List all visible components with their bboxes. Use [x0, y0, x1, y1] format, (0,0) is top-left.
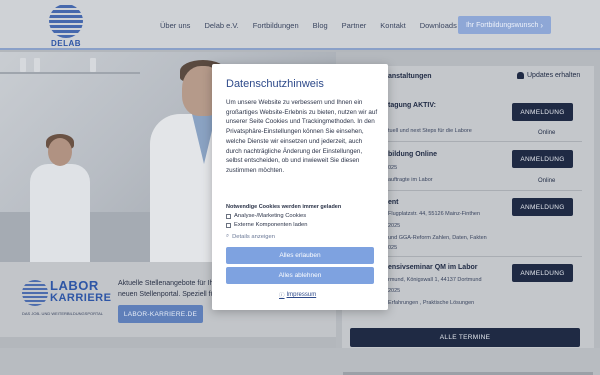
nav-blog[interactable]: Blog — [313, 21, 328, 30]
online-badge: Online — [538, 130, 556, 136]
event-meta: auftragte im Labor — [388, 177, 433, 183]
bell-icon — [517, 72, 524, 79]
event-meta: rmund, Königswall 1, 44137 Dortmund — [388, 277, 482, 283]
cookie-consent-dialog: Datenschutzhinweis Um unsere Website zu … — [212, 64, 388, 310]
divider — [388, 256, 582, 257]
chevron-right-icon: › — [540, 20, 544, 30]
bottle-shape — [90, 58, 96, 72]
event-title[interactable]: tagung AKTIV: — [388, 102, 436, 109]
logo-word-karriere: KARRIERE — [50, 292, 112, 304]
divider — [388, 141, 582, 142]
bottle-shape — [20, 58, 26, 72]
anmeldung-button[interactable]: ANMELDUNG — [512, 103, 573, 121]
alle-termine-button[interactable]: ALLE TERMINE — [350, 328, 580, 347]
banner-text: Aktuelle Stellenangebote für Ih neuen St… — [118, 280, 215, 298]
main-nav: Über uns Delab e.V. Fortbildungen Blog P… — [160, 0, 457, 50]
head-shape — [48, 138, 72, 166]
event-title[interactable]: ent — [388, 199, 399, 206]
analytics-cookies-checkbox[interactable]: Analyse-/Marketing Cookies — [226, 213, 306, 219]
nav-kontakt[interactable]: Kontakt — [380, 21, 405, 30]
event-title[interactable]: ensivseminar QM im Labor — [388, 264, 477, 271]
delab-logo-text: DELAB — [50, 39, 82, 48]
external-components-label: Externe Komponenten laden — [234, 222, 308, 228]
dialog-title: Datenschutzhinweis — [226, 78, 324, 90]
info-icon: ⓘ — [279, 293, 285, 299]
necessary-cookies-note: Notwendige Cookies werden immer geladen — [226, 204, 342, 210]
external-components-checkbox[interactable]: Externe Komponenten laden — [226, 222, 307, 228]
laborkarriere-logo[interactable]: LABOR KARRIERE DAS JOB- UND WEITERBILDUN… — [22, 278, 112, 318]
delab-logo-mark — [49, 4, 83, 38]
anmeldung-button[interactable]: ANMELDUNG — [512, 150, 573, 168]
nav-downloads[interactable]: Downloads — [420, 21, 457, 30]
details-label: Details anzeigen — [232, 233, 275, 240]
analytics-cookies-label: Analyse-/Marketing Cookies — [234, 213, 307, 219]
event-title[interactable]: bildung Online — [388, 151, 437, 158]
fortbildungswunsch-button[interactable]: Ihr Fortbildungswunsch › — [458, 16, 551, 34]
lab-shelf — [0, 72, 140, 74]
event-meta: Flugplatzstr. 44, 55126 Mainz-Finthen — [388, 211, 481, 217]
lab-coat-shape — [30, 164, 90, 262]
nav-fortbildungen[interactable]: Fortbildungen — [253, 21, 299, 30]
delab-logo[interactable]: DELAB — [48, 4, 84, 48]
details-link[interactable]: ⌕ Details anzeigen — [226, 233, 275, 240]
labor-karriere-button[interactable]: LABOR-KARRIERE.DE — [118, 305, 203, 323]
bottle-shape — [34, 58, 40, 72]
checkbox-box[interactable] — [226, 213, 231, 219]
site-header: DELAB Über uns Delab e.V. Fortbildungen … — [0, 0, 600, 50]
event-meta: 025 — [388, 165, 398, 171]
nav-delab-ev[interactable]: Delab e.V. — [204, 21, 238, 30]
logo-subtitle: DAS JOB- UND WEITERBILDUNGSPORTAL — [22, 311, 103, 316]
event-meta: tuell und next Steps für die Labore — [388, 128, 472, 134]
lab-worker-figure — [30, 130, 90, 262]
checkbox-box[interactable] — [226, 222, 231, 228]
nav-ueber-uns[interactable]: Über uns — [160, 21, 190, 30]
laborkarriere-logo-mark — [22, 280, 48, 306]
event-meta: Erfahrungen , Praktische Lösungen — [388, 300, 475, 306]
tag-icon: ⌕ — [226, 233, 230, 239]
reject-all-button[interactable]: Alles ablehnen — [226, 267, 374, 284]
impressum-link[interactable]: ⓘ Impressum — [279, 291, 316, 299]
anmeldung-button[interactable]: ANMELDUNG — [512, 198, 573, 216]
logo-word-labor: LABOR — [50, 278, 99, 293]
event-meta: und GGA-Reform Zahlen, Daten, Fakten — [388, 235, 487, 241]
fortbildungswunsch-label: Ihr Fortbildungswunsch — [465, 21, 539, 29]
event-meta: 2025 — [388, 288, 401, 294]
events-heading: anstaltungen — [388, 73, 432, 80]
divider — [388, 190, 582, 191]
impressum-label: Impressum — [286, 292, 317, 298]
online-badge: Online — [538, 178, 556, 184]
event-meta: 025 — [388, 245, 398, 251]
page-footer-strip — [0, 348, 600, 375]
nav-partner[interactable]: Partner — [342, 21, 367, 30]
updates-label: Updates erhalten — [527, 72, 581, 79]
dialog-body-text: Um unsere Website zu verbessern und Ihne… — [226, 99, 378, 174]
accept-all-button[interactable]: Alles erlauben — [226, 247, 374, 264]
event-meta: 2025 — [388, 223, 401, 229]
anmeldung-button[interactable]: ANMELDUNG — [512, 264, 573, 282]
updates-link[interactable]: Updates erhalten — [517, 72, 580, 79]
